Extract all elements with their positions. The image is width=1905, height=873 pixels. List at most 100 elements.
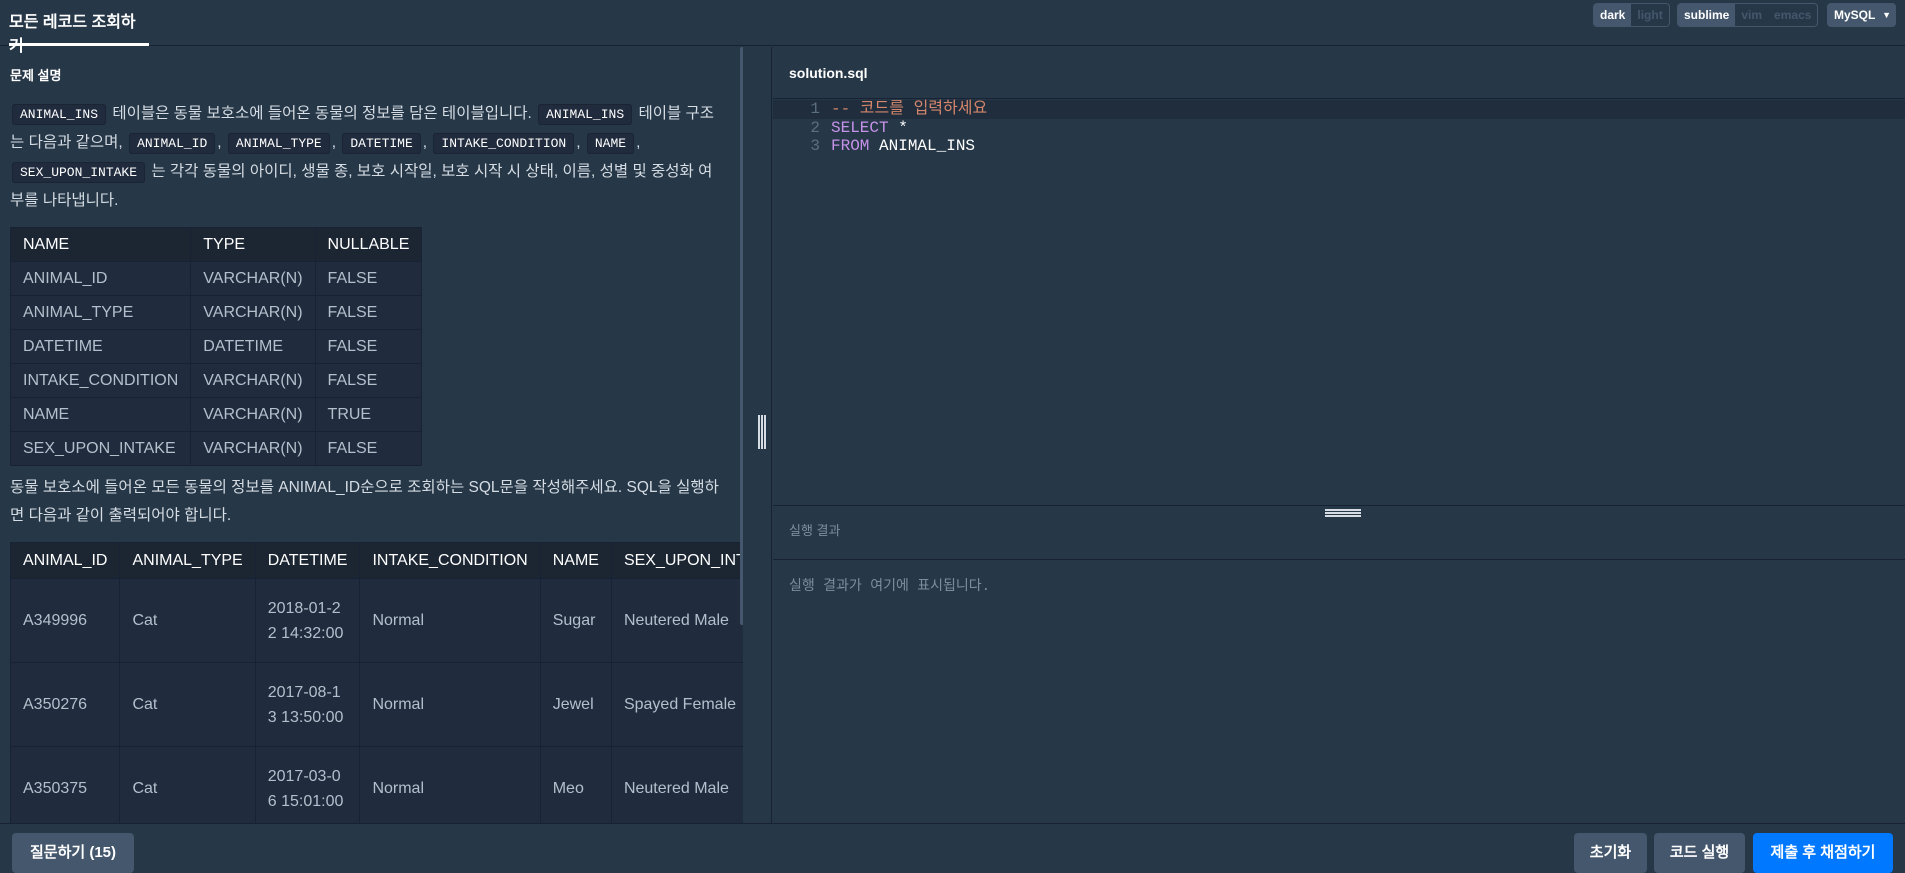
code-token: FROM <box>831 137 870 155</box>
theme-dark-button[interactable]: dark <box>1594 4 1632 26</box>
table-cell: VARCHAR(N) <box>190 261 316 296</box>
problem-panel: 문제 설명 ANIMAL_INS 테이블은 동물 보호소에 들어온 동물의 정보… <box>0 47 743 823</box>
column-header: INTAKE_CONDITION <box>359 542 541 579</box>
language-select[interactable]: MySQL ▼ <box>1827 3 1896 27</box>
section-title: 문제 설명 <box>10 68 62 83</box>
code-token: -- 코드를 입력하세요 <box>831 100 988 118</box>
intro-text: 테이블은 동물 보호소에 들어온 동물의 정보를 담은 테이블입니다. <box>112 105 532 122</box>
table-header-row: NAME TYPE NULLABLE <box>9 227 423 262</box>
table-row: INTAKE_CONDITION VARCHAR(N) FALSE <box>9 363 423 398</box>
column-header: NULLABLE <box>314 227 423 262</box>
table-cell: VARCHAR(N) <box>190 397 316 432</box>
table-row: DATETIME DATETIME FALSE <box>9 329 423 364</box>
resize-handle-icon[interactable] <box>1325 509 1361 517</box>
code-text: FROM ANIMAL_INS <box>831 137 975 156</box>
column-header: TYPE <box>190 227 316 262</box>
table-cell: Meo <box>539 746 612 823</box>
table-cell: FALSE <box>314 261 423 296</box>
table-row: NAME VARCHAR(N) TRUE <box>9 397 423 432</box>
top-bar: 모든 레코드 조회하기 dark light sublime vim emacs… <box>0 0 1905 55</box>
table-cell: VARCHAR(N) <box>190 363 316 398</box>
table-cell: Cat <box>119 578 256 663</box>
code-editor[interactable]: 1 -- 코드를 입력하세요 2 SELECT * 3 FROM ANIMAL_INS <box>773 100 1905 505</box>
chevron-down-icon: ▼ <box>1882 10 1891 20</box>
inline-code: ANIMAL_INS <box>538 104 633 125</box>
reset-button[interactable]: 초기화 <box>1574 833 1647 873</box>
code-text: -- 코드를 입력하세요 <box>831 100 987 119</box>
table-cell: Normal <box>359 662 541 747</box>
footer-bar: 질문하기 (15) 초기화 코드 실행 제출 후 채점하기 <box>0 823 1905 873</box>
column-header: NAME <box>9 227 192 262</box>
problem-intro: ANIMAL_INS 테이블은 동물 보호소에 들어온 동물의 정보를 담은 테… <box>10 104 715 209</box>
table-cell: A350276 <box>9 662 121 747</box>
table-row: A350276 Cat 2017-08-13 13:50:00 Normal Jewel… <box>9 662 743 747</box>
inline-code: ANIMAL_INS <box>12 104 107 125</box>
code-token: SELECT <box>831 118 889 137</box>
column-header: ANIMAL_ID <box>9 542 121 579</box>
editor-mode-toggle: sublime vim emacs <box>1677 3 1819 27</box>
line-number: 3 <box>810 137 820 155</box>
code-text: SELECT * <box>831 119 908 138</box>
table-cell: Neutered Male <box>610 746 743 823</box>
result-placeholder: 실행 결과가 여기에 표시됩니다. <box>789 579 991 595</box>
table-header-row: ANIMAL_ID ANIMAL_TYPE DATETIME INTAKE_CO… <box>9 542 743 579</box>
problem-scrollbar[interactable] <box>740 47 743 625</box>
code-token: ANIMAL_INS <box>869 137 976 155</box>
table-cell: Cat <box>119 746 256 823</box>
table-row: SEX_UPON_INTAKE VARCHAR(N) FALSE <box>9 431 423 466</box>
mode-emacs-button[interactable]: emacs <box>1768 4 1817 26</box>
table-cell: A350375 <box>9 746 121 823</box>
inline-code: SEX_UPON_INTAKE <box>12 162 146 183</box>
inline-code: INTAKE_CONDITION <box>433 133 575 154</box>
table-row: A350375 Cat 2017-03-06 15:01:00 Normal Meo Ne… <box>9 746 743 823</box>
table-cell: FALSE <box>314 329 423 364</box>
panel-splitter[interactable] <box>752 47 772 823</box>
page-title-tab[interactable]: 모든 레코드 조회하기 <box>9 0 149 55</box>
inline-code: ANIMAL_ID <box>129 133 216 154</box>
table-cell: A349996 <box>9 578 121 663</box>
table-cell: INTAKE_CONDITION <box>9 363 192 398</box>
code-line[interactable]: 3 FROM ANIMAL_INS <box>773 137 1905 156</box>
table-cell: 2017-08-13 13:50:00 <box>254 662 361 747</box>
table-cell: TRUE <box>314 397 423 432</box>
theme-light-button[interactable]: light <box>1631 4 1668 26</box>
code-token: * <box>888 118 908 137</box>
schema-table: NAME TYPE NULLABLE ANIMAL_ID VARCHAR(N) FA… <box>9 227 423 466</box>
table-cell: Normal <box>359 746 541 823</box>
mode-sublime-button[interactable]: sublime <box>1678 4 1736 26</box>
table-row: ANIMAL_ID VARCHAR(N) FALSE <box>9 261 423 296</box>
table-row: ANIMAL_TYPE VARCHAR(N) FALSE <box>9 295 423 330</box>
table-row: A349996 Cat 2018-01-22 14:32:00 Normal Sugar… <box>9 578 743 663</box>
table-cell: FALSE <box>314 363 423 398</box>
column-header: ANIMAL_TYPE <box>119 542 256 579</box>
column-header: NAME <box>539 542 612 579</box>
mode-vim-button[interactable]: vim <box>1735 4 1768 26</box>
language-label: MySQL <box>1834 8 1876 22</box>
code-line[interactable]: 1 -- 코드를 입력하세요 <box>773 100 1905 119</box>
table-cell: SEX_UPON_INTAKE <box>9 431 192 466</box>
inline-code: ANIMAL_TYPE <box>227 133 330 154</box>
table-cell: Normal <box>359 578 541 663</box>
table-cell: 2018-01-22 14:32:00 <box>254 578 361 663</box>
editor-filename: solution.sql <box>773 47 1905 99</box>
ask-question-button[interactable]: 질문하기 (15) <box>12 833 134 873</box>
table-cell: ANIMAL_TYPE <box>9 295 192 330</box>
task-description: 동물 보호소에 들어온 모든 동물의 정보를 ANIMAL_ID순으로 조회하는… <box>10 479 719 524</box>
line-number: 2 <box>810 118 820 137</box>
table-cell: Neutered Male <box>610 578 743 663</box>
column-header: DATETIME <box>254 542 361 579</box>
code-line[interactable]: 2 SELECT * <box>773 119 1905 138</box>
table-cell: VARCHAR(N) <box>190 431 316 466</box>
table-cell: NAME <box>9 397 192 432</box>
drag-handle-icon[interactable] <box>758 415 766 449</box>
line-number: 1 <box>810 100 820 118</box>
inline-code: NAME <box>586 133 635 154</box>
table-cell: Spayed Female <box>610 662 743 747</box>
table-cell: FALSE <box>314 295 423 330</box>
table-cell: Sugar <box>539 578 612 663</box>
theme-toggle: dark light <box>1593 3 1670 27</box>
table-cell: 2017-03-06 15:01:00 <box>254 746 361 823</box>
submit-button[interactable]: 제출 후 채점하기 <box>1753 833 1893 873</box>
column-header: SEX_UPON_INTAKE <box>610 542 743 579</box>
run-code-button[interactable]: 코드 실행 <box>1654 833 1745 873</box>
